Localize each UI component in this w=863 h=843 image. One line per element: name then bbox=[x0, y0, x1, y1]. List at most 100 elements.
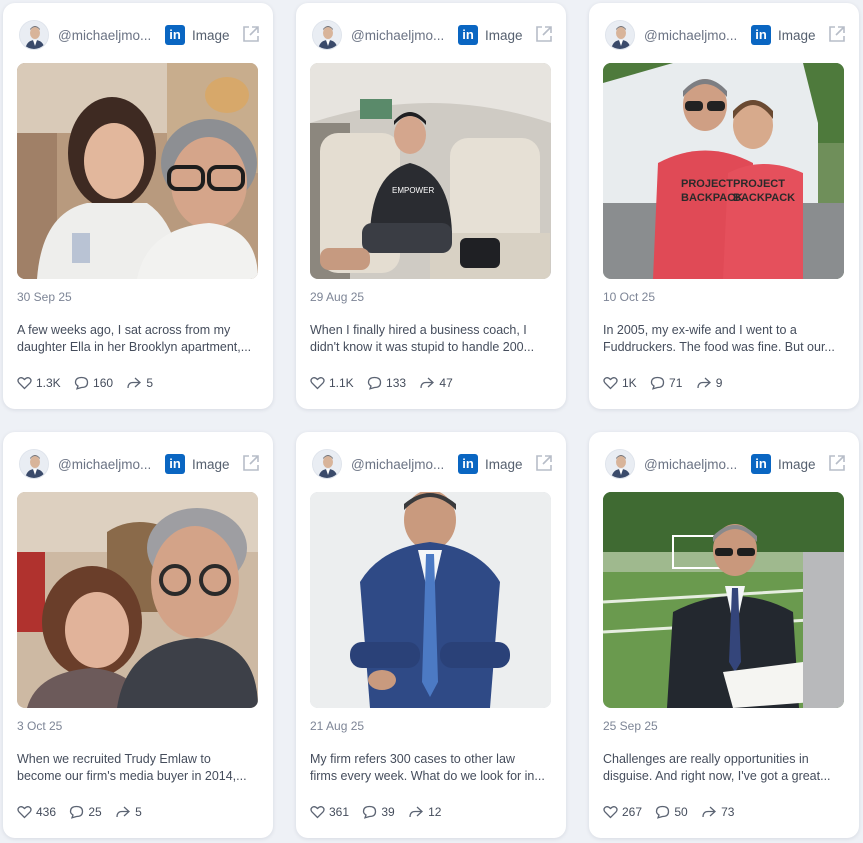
likes-stat: 267 bbox=[603, 805, 642, 819]
shares-count: 9 bbox=[715, 376, 723, 390]
shares-count: 5 bbox=[135, 805, 142, 819]
author-handle[interactable]: @michaeljmo... bbox=[58, 28, 161, 43]
comment-icon bbox=[74, 376, 89, 390]
comments-stat: 71 bbox=[650, 376, 682, 390]
shirt-print: PROJECT bbox=[681, 178, 733, 190]
card-header: @michaeljmo... in Image bbox=[605, 18, 845, 52]
comment-icon bbox=[70, 805, 84, 819]
post-card[interactable]: @michaeljmo... in Image 30 Sep 25 A few … bbox=[3, 3, 273, 409]
post-image[interactable] bbox=[17, 492, 258, 708]
comment-icon bbox=[367, 376, 382, 390]
comments-count: 160 bbox=[93, 376, 114, 390]
post-date: 10 Oct 25 bbox=[603, 290, 656, 304]
card-header: @michaeljmo... in Image bbox=[312, 447, 552, 481]
linkedin-icon: in bbox=[458, 454, 478, 474]
likes-count: 1K bbox=[622, 376, 637, 390]
external-link-icon[interactable] bbox=[534, 24, 554, 44]
post-excerpt[interactable]: My firm refers 300 cases to other law fi… bbox=[310, 751, 552, 785]
heart-icon bbox=[310, 377, 325, 390]
comments-count: 39 bbox=[381, 805, 395, 819]
post-type-label: Image bbox=[192, 457, 230, 472]
avatar bbox=[19, 20, 49, 50]
avatar bbox=[605, 449, 635, 479]
likes-stat: 1.3K bbox=[17, 376, 61, 390]
shares-stat: 5 bbox=[115, 805, 142, 819]
shares-stat: 47 bbox=[419, 376, 453, 390]
comments-count: 50 bbox=[674, 805, 688, 819]
author-handle[interactable]: @michaeljmo... bbox=[58, 457, 161, 472]
post-card[interactable]: @michaeljmo... in Image 21 Aug 25 My fir… bbox=[296, 432, 566, 838]
likes-stat: 436 bbox=[17, 805, 56, 819]
external-link-icon[interactable] bbox=[827, 24, 847, 44]
engagement-stats: 361 39 12 bbox=[310, 805, 451, 823]
comments-stat: 160 bbox=[74, 376, 113, 390]
post-card[interactable]: @michaeljmo... in Image 3 Oct 25 When we… bbox=[3, 432, 273, 838]
author-handle[interactable]: @michaeljmo... bbox=[351, 457, 454, 472]
heart-icon bbox=[603, 377, 618, 390]
comments-stat: 25 bbox=[69, 805, 102, 819]
post-date: 25 Sep 25 bbox=[603, 719, 658, 733]
post-excerpt[interactable]: When we recruited Trudy Emlaw to become … bbox=[17, 751, 259, 785]
shares-stat: 9 bbox=[696, 376, 723, 390]
post-image[interactable]: PROJECT BACKPACK PROJECT BACKPACK bbox=[603, 63, 844, 279]
post-card[interactable]: @michaeljmo... in Image EMPOWER 29 Aug 2… bbox=[296, 3, 566, 409]
post-card[interactable]: @michaeljmo... in Image 25 Sep 25 Challe… bbox=[589, 432, 859, 838]
likes-count: 267 bbox=[622, 805, 643, 819]
external-link-icon[interactable] bbox=[241, 24, 261, 44]
linkedin-icon: in bbox=[165, 454, 185, 474]
post-excerpt[interactable]: A few weeks ago, I sat across from my da… bbox=[17, 322, 259, 356]
post-excerpt[interactable]: In 2005, my ex-wife and I went to a Fudd… bbox=[603, 322, 845, 356]
card-header: @michaeljmo... in Image bbox=[312, 18, 552, 52]
author-handle[interactable]: @michaeljmo... bbox=[644, 28, 747, 43]
post-image[interactable] bbox=[310, 492, 551, 708]
author-handle[interactable]: @michaeljmo... bbox=[351, 28, 454, 43]
shares-stat: 12 bbox=[408, 805, 441, 819]
likes-count: 1.1K bbox=[329, 376, 354, 390]
likes-count: 1.3K bbox=[36, 376, 61, 390]
post-excerpt[interactable]: Challenges are really opportunities in d… bbox=[603, 751, 845, 785]
heart-icon bbox=[17, 806, 32, 819]
likes-stat: 1.1K bbox=[310, 376, 354, 390]
shirt-print: BACKPACK bbox=[733, 192, 795, 204]
comments-stat: 39 bbox=[362, 805, 395, 819]
post-card[interactable]: @michaeljmo... in Image PROJECT BACKPACK… bbox=[589, 3, 859, 409]
engagement-stats: 1K 71 9 bbox=[603, 376, 732, 394]
shirt-print: PROJECT bbox=[733, 178, 785, 190]
post-type-label: Image bbox=[485, 28, 523, 43]
share-arrow-icon bbox=[702, 806, 717, 818]
likes-count: 436 bbox=[36, 805, 57, 819]
post-date: 21 Aug 25 bbox=[310, 719, 365, 733]
engagement-stats: 1.3K 160 5 bbox=[17, 376, 163, 394]
linkedin-icon: in bbox=[165, 25, 185, 45]
post-type-label: Image bbox=[485, 457, 523, 472]
external-link-icon[interactable] bbox=[534, 453, 554, 473]
shares-count: 12 bbox=[428, 805, 442, 819]
post-image[interactable] bbox=[17, 63, 258, 279]
post-image[interactable] bbox=[603, 492, 844, 708]
post-excerpt[interactable]: When I finally hired a business coach, I… bbox=[310, 322, 552, 356]
post-type-label: Image bbox=[778, 28, 816, 43]
comments-count: 133 bbox=[386, 376, 407, 390]
avatar bbox=[312, 449, 342, 479]
external-link-icon[interactable] bbox=[827, 453, 847, 473]
heart-icon bbox=[310, 806, 325, 819]
engagement-stats: 1.1K 133 47 bbox=[310, 376, 463, 394]
likes-stat: 1K bbox=[603, 376, 637, 390]
linkedin-icon: in bbox=[458, 25, 478, 45]
card-header: @michaeljmo... in Image bbox=[605, 447, 845, 481]
shares-count: 73 bbox=[721, 805, 735, 819]
avatar bbox=[605, 20, 635, 50]
author-handle[interactable]: @michaeljmo... bbox=[644, 457, 747, 472]
external-link-icon[interactable] bbox=[241, 453, 261, 473]
post-image[interactable]: EMPOWER bbox=[310, 63, 551, 279]
comments-count: 71 bbox=[669, 376, 683, 390]
shares-stat: 5 bbox=[126, 376, 153, 390]
likes-stat: 361 bbox=[310, 805, 349, 819]
share-arrow-icon bbox=[127, 377, 142, 389]
card-header: @michaeljmo... in Image bbox=[19, 18, 259, 52]
shares-stat: 73 bbox=[701, 805, 734, 819]
svg-text:EMPOWER: EMPOWER bbox=[392, 186, 434, 195]
post-date: 30 Sep 25 bbox=[17, 290, 72, 304]
engagement-stats: 267 50 73 bbox=[603, 805, 744, 823]
shares-count: 47 bbox=[439, 376, 453, 390]
